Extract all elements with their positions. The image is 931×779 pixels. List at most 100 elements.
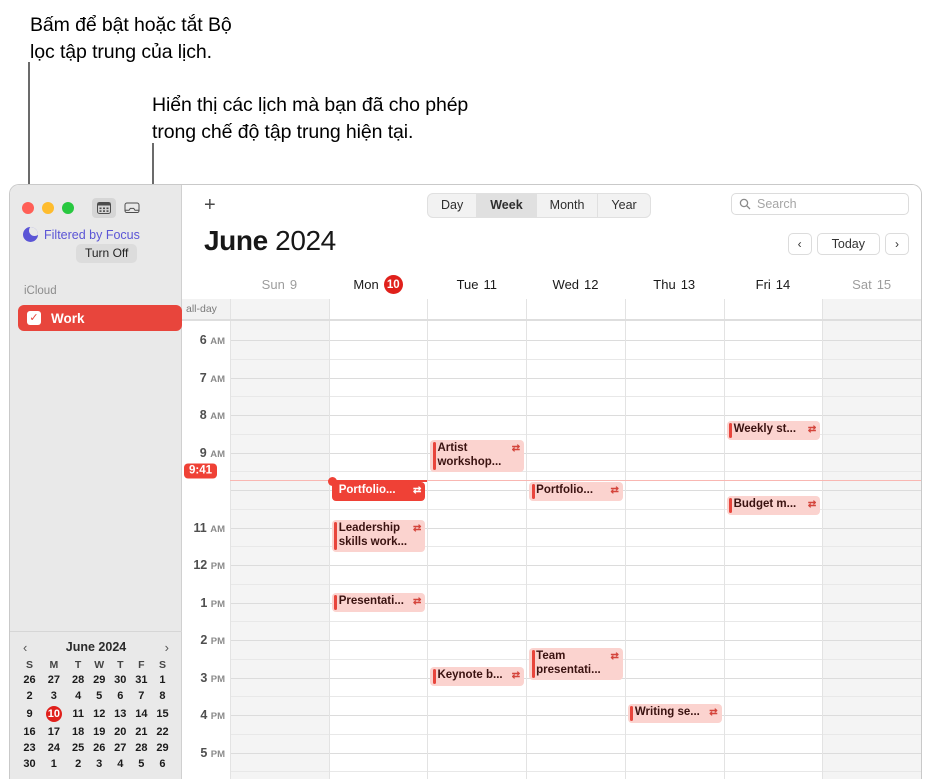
- all-day-cell-fri[interactable]: [723, 299, 823, 319]
- calendar-event[interactable]: Presentati... ⇄: [331, 593, 426, 612]
- mini-date-cell[interactable]: 21: [131, 724, 152, 740]
- calendar-checkbox[interactable]: ✓: [27, 311, 41, 325]
- mini-date-cell[interactable]: 23: [19, 740, 40, 756]
- all-day-cell-mon[interactable]: [328, 299, 428, 319]
- mini-date-cell[interactable]: 31: [131, 672, 152, 688]
- mini-date-cell[interactable]: 9: [19, 704, 40, 724]
- half-hour-gridline: [428, 358, 527, 360]
- calendar-event[interactable]: Portfolio... ⇄: [529, 482, 623, 501]
- minimize-button[interactable]: [42, 202, 54, 214]
- mini-date-cell[interactable]: 27: [110, 740, 131, 756]
- mini-date-cell[interactable]: 4: [110, 756, 131, 772]
- day-header-sat[interactable]: Sat 15: [822, 270, 921, 299]
- mini-date-cell[interactable]: 12: [89, 704, 110, 724]
- day-column-wed[interactable]: Portfolio... ⇄ Team presentati... ⇄: [526, 321, 625, 779]
- turn-off-button[interactable]: Turn Off: [76, 244, 138, 263]
- prev-week-button[interactable]: ‹: [787, 233, 812, 255]
- calendar-view-icon[interactable]: [92, 198, 116, 218]
- mini-date-cell[interactable]: 3: [40, 688, 68, 704]
- today-button[interactable]: Today: [816, 233, 880, 255]
- day-header-fri[interactable]: Fri 14: [724, 270, 823, 299]
- mini-date-cell[interactable]: 19: [89, 724, 110, 740]
- calendar-event[interactable]: Artist workshop... ⇄: [430, 440, 525, 472]
- mini-date-cell[interactable]: 2: [19, 688, 40, 704]
- day-column-mon[interactable]: Portfolio... ⇄ Leadership skills work... ⇄ Pr…: [328, 321, 428, 779]
- mini-date-cell[interactable]: 28: [131, 740, 152, 756]
- calendar-event[interactable]: Keynote b... ⇄: [430, 667, 525, 686]
- mini-date-cell[interactable]: 15: [152, 704, 173, 724]
- day-column-sun[interactable]: [230, 321, 329, 779]
- mini-date-cell[interactable]: 8: [152, 688, 173, 704]
- day-header-sun[interactable]: Sun 9: [230, 270, 329, 299]
- calendar-event[interactable]: Writing se... ⇄: [627, 704, 722, 723]
- next-week-button[interactable]: ›: [885, 233, 909, 255]
- mini-date-cell[interactable]: 28: [68, 672, 89, 688]
- mini-date-cell[interactable]: 5: [131, 756, 152, 772]
- add-event-button[interactable]: +: [204, 195, 216, 215]
- view-tab-day[interactable]: Day: [428, 194, 478, 217]
- calendar-event[interactable]: Weekly st... ⇄: [726, 421, 821, 440]
- calendar-event[interactable]: Leadership skills work... ⇄: [331, 520, 426, 552]
- mini-date-cell[interactable]: 4: [68, 688, 89, 704]
- mini-date-cell[interactable]: 16: [19, 724, 40, 740]
- mini-date-cell[interactable]: 25: [68, 740, 89, 756]
- calendar-event[interactable]: Team presentati... ⇄: [529, 648, 623, 680]
- calendar-event[interactable]: Budget m... ⇄: [726, 496, 821, 515]
- repeat-icon: ⇄: [413, 485, 422, 496]
- hour-gridline: [724, 415, 823, 416]
- view-tab-year[interactable]: Year: [598, 194, 649, 217]
- mini-date-cell[interactable]: 6: [110, 688, 131, 704]
- mini-date-cell[interactable]: 6: [152, 756, 173, 772]
- day-date: 9: [289, 277, 298, 292]
- view-tab-month[interactable]: Month: [537, 194, 599, 217]
- mini-date-cell[interactable]: 10: [40, 704, 68, 724]
- close-button[interactable]: [22, 202, 34, 214]
- mini-date-cell[interactable]: 5: [89, 688, 110, 704]
- mini-date-cell[interactable]: 11: [68, 704, 89, 724]
- focus-filter-row[interactable]: Filtered by Focus: [10, 218, 181, 242]
- mini-date-cell[interactable]: 30: [19, 756, 40, 772]
- zoom-button[interactable]: [62, 202, 74, 214]
- mini-date-cell[interactable]: 20: [110, 724, 131, 740]
- day-column-fri[interactable]: Weekly st... ⇄ Budget m... ⇄: [723, 321, 823, 779]
- mini-date-cell[interactable]: 22: [152, 724, 173, 740]
- all-day-cell-wed[interactable]: [526, 299, 625, 319]
- mini-date-cell[interactable]: 2: [68, 756, 89, 772]
- mini-date-cell[interactable]: 3: [89, 756, 110, 772]
- mini-prev-month-button[interactable]: ‹: [23, 641, 27, 654]
- calendar-item-work[interactable]: ✓ Work: [18, 305, 182, 331]
- all-day-cell-thu[interactable]: [624, 299, 724, 319]
- mini-date-cell[interactable]: 18: [68, 724, 89, 740]
- mini-date-cell[interactable]: 13: [110, 704, 131, 724]
- mini-date-cell[interactable]: 27: [40, 672, 68, 688]
- day-header-tue[interactable]: Tue 11: [427, 270, 526, 299]
- mini-next-month-button[interactable]: ›: [165, 641, 169, 654]
- mini-date-cell[interactable]: 1: [40, 756, 68, 772]
- mini-date-cell[interactable]: 7: [131, 688, 152, 704]
- half-hour-gridline: [428, 546, 527, 548]
- mini-date-cell[interactable]: 29: [152, 740, 173, 756]
- mini-date-cell[interactable]: 17: [40, 724, 68, 740]
- day-header-wed[interactable]: Wed 12: [526, 270, 625, 299]
- half-hour-gridline: [231, 471, 329, 473]
- inbox-icon[interactable]: [120, 198, 144, 218]
- mini-date-cell[interactable]: 24: [40, 740, 68, 756]
- mini-date-cell[interactable]: 29: [89, 672, 110, 688]
- day-column-sat[interactable]: [822, 321, 921, 779]
- mini-date-cell[interactable]: 26: [89, 740, 110, 756]
- mini-date-cell[interactable]: 1: [152, 672, 173, 688]
- all-day-cell-sun[interactable]: [230, 299, 329, 319]
- repeat-icon: ⇄: [413, 596, 422, 607]
- day-header-thu[interactable]: Thu 13: [625, 270, 724, 299]
- search-field[interactable]: Search: [731, 193, 909, 215]
- view-tab-week[interactable]: Week: [477, 194, 537, 217]
- calendar-event[interactable]: Portfolio... ⇄: [331, 482, 426, 501]
- all-day-cell-tue[interactable]: [427, 299, 527, 319]
- mini-date-cell[interactable]: 26: [19, 672, 40, 688]
- day-column-thu[interactable]: Writing se... ⇄: [624, 321, 724, 779]
- mini-date-cell[interactable]: 30: [110, 672, 131, 688]
- mini-date-cell[interactable]: 14: [131, 704, 152, 724]
- all-day-cell-sat[interactable]: [822, 299, 921, 319]
- day-column-tue[interactable]: Artist workshop... ⇄ Keynote b... ⇄: [427, 321, 527, 779]
- day-header-mon[interactable]: Mon 10: [329, 270, 428, 299]
